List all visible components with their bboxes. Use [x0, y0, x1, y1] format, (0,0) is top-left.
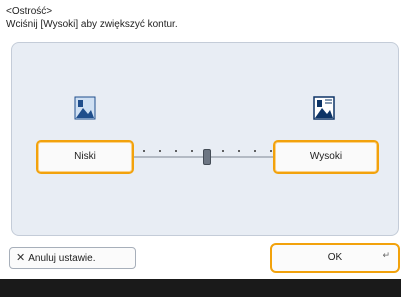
landscape-icon [74, 96, 96, 120]
enter-icon: ↵ [382, 250, 390, 260]
landscape-sharp-icon [313, 96, 335, 120]
low-button[interactable]: Niski [36, 140, 134, 174]
low-button-label: Niski [74, 151, 96, 162]
status-bar [0, 279, 401, 297]
slider-tick [254, 150, 256, 152]
high-button-label: Wysoki [309, 151, 343, 162]
screen-title: <Ostrość> [6, 6, 53, 17]
ok-button[interactable]: OK ↵ [270, 243, 400, 273]
slider-tick [238, 150, 240, 152]
slider-tick [159, 150, 161, 152]
sharpness-panel [11, 42, 399, 236]
slider-tick [222, 150, 224, 152]
slider-tick [191, 150, 193, 152]
sharpness-slider-thumb[interactable] [203, 149, 211, 165]
slider-tick [143, 150, 145, 152]
close-icon: ✕ [16, 252, 26, 264]
slider-tick [175, 150, 177, 152]
ok-button-label: OK [327, 252, 343, 263]
slider-tick [270, 150, 272, 152]
cancel-button-label: Anuluj ustawie. [28, 253, 96, 264]
high-button[interactable]: Wysoki [273, 140, 379, 174]
instruction-text: Wciśnij [Wysoki] aby zwiększyć kontur. [6, 19, 178, 30]
cancel-button[interactable]: ✕ Anuluj ustawie. [9, 247, 136, 269]
